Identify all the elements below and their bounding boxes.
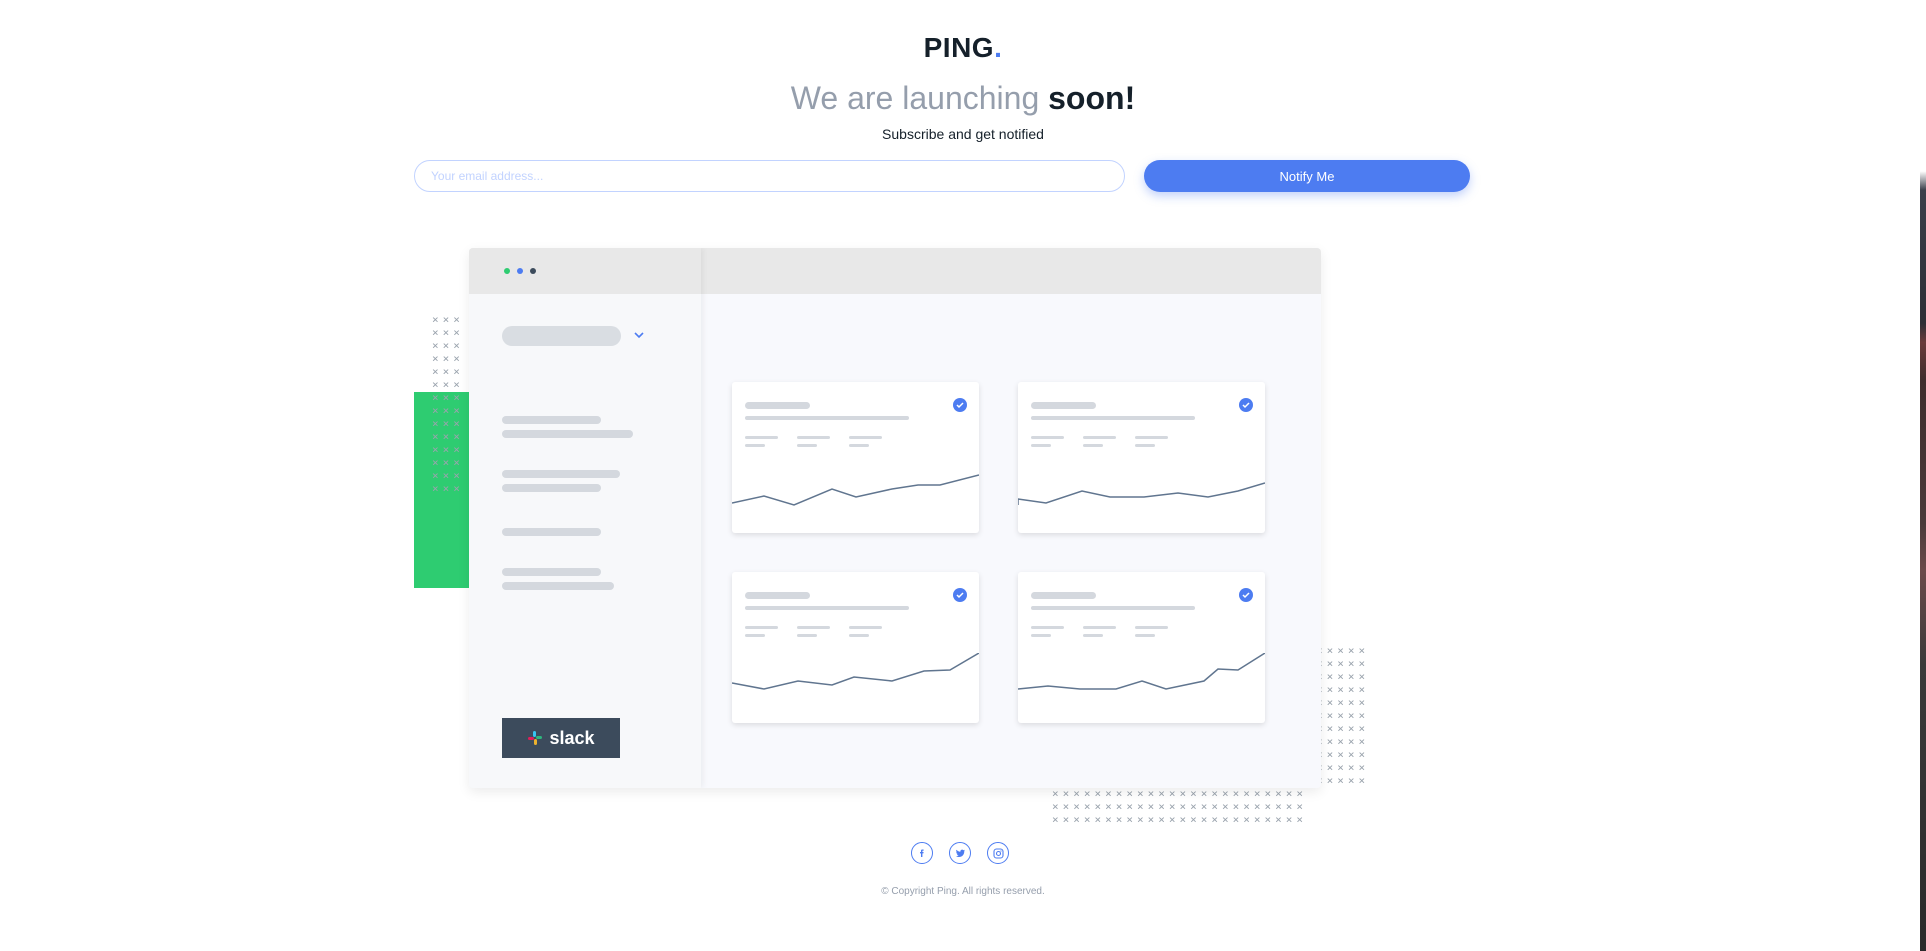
logo: PING. (0, 32, 1926, 64)
email-field[interactable] (414, 160, 1125, 192)
dashboard-card-1 (732, 382, 979, 533)
sidebar-line (502, 430, 633, 438)
dashboard-card-2 (1018, 382, 1265, 533)
headline-light: We are launching (790, 80, 1040, 116)
card-stat-line (849, 444, 869, 447)
sidebar-line (502, 568, 601, 576)
card-stat-line (1083, 626, 1116, 629)
card-stat-line (745, 626, 778, 629)
sparkline (1018, 653, 1265, 690)
sidebar-line (502, 416, 601, 424)
window-dot-blue (517, 268, 523, 274)
card-stat-line (1135, 626, 1168, 629)
check-circle-icon (953, 588, 967, 602)
card-stat-line (1031, 634, 1051, 637)
facebook-icon (920, 849, 924, 857)
card-title-line (745, 402, 810, 409)
chevron-down-icon (634, 332, 644, 339)
cross-pattern-top-left: ××× ××× ××× ××× ××× ××× ××× ××× ××× ××× … (432, 313, 464, 495)
card-stat-line (1135, 634, 1155, 637)
card-stat-line (745, 436, 778, 439)
card-stat-line (1083, 436, 1116, 439)
card-subtitle-line (745, 606, 909, 610)
card-stat-line (797, 634, 817, 637)
card-subtitle-line (1031, 606, 1195, 610)
sidebar-line (502, 470, 620, 478)
check-circle-icon (1239, 588, 1253, 602)
card-stat-line (1135, 444, 1155, 447)
instagram-icon (992, 847, 1004, 859)
card-stat-line (849, 634, 869, 637)
card-stat-line (797, 436, 830, 439)
logo-text: PING (923, 32, 995, 63)
cross-pattern-bottom: ×××××××××××××××××××××××× ×××××××××××××××… (1052, 787, 1307, 826)
card-stat-line (1031, 436, 1064, 439)
dashboard-card-3 (732, 572, 979, 723)
card-stat-line (1135, 436, 1168, 439)
card-stat-line (745, 634, 765, 637)
instagram-link[interactable] (987, 842, 1009, 864)
sparkline (732, 474, 979, 506)
card-stat-line (849, 626, 882, 629)
sidebar-line (502, 484, 601, 492)
slack-button: slack (502, 718, 620, 758)
illustration-sidebar: slack (469, 248, 701, 788)
window-dot-green (504, 268, 510, 274)
subtitle: Subscribe and get notified (882, 126, 1044, 142)
twitter-link[interactable] (949, 842, 971, 864)
headline-bold: soon! (1048, 80, 1136, 116)
card-stat-line (1031, 444, 1051, 447)
sidebar-line (502, 528, 601, 536)
copyright: © Copyright Ping. All rights reserved. (881, 886, 1045, 897)
card-stat-line (1083, 444, 1103, 447)
card-subtitle-line (1031, 416, 1195, 420)
card-title-line (1031, 402, 1096, 409)
select-placeholder (502, 326, 621, 346)
sidebar-line (502, 582, 614, 590)
landing-page: PING. We are launching soon! Subscribe a… (0, 0, 1926, 951)
card-stat-line (797, 626, 830, 629)
logo-dot: . (994, 32, 1003, 63)
sparkline (732, 653, 979, 690)
card-title-line (745, 592, 810, 599)
window-edge (1920, 0, 1926, 951)
card-stat-line (1031, 626, 1064, 629)
cross-pattern-bottom-right: ××××× ××××× ××××× ××××× ××××× ××××× ××××… (1316, 644, 1370, 787)
check-circle-icon (1239, 398, 1253, 412)
card-title-line (1031, 592, 1096, 599)
card-stat-line (745, 444, 765, 447)
card-subtitle-line (745, 416, 909, 420)
sparkline (1018, 482, 1265, 505)
facebook-link[interactable] (911, 842, 933, 864)
card-stat-line (797, 444, 817, 447)
slack-label: slack (549, 727, 595, 748)
window-dot-dark (530, 268, 536, 274)
twitter-icon (955, 849, 965, 857)
card-stat-line (849, 436, 882, 439)
check-circle-icon (953, 398, 967, 412)
page-title: We are launching soon! (0, 80, 1926, 117)
notify-me-button[interactable]: Notify Me (1144, 160, 1470, 192)
slack-icon (528, 731, 543, 745)
app-illustration: slack (469, 248, 1321, 788)
card-stat-line (1083, 634, 1103, 637)
dashboard-card-4 (1018, 572, 1265, 723)
